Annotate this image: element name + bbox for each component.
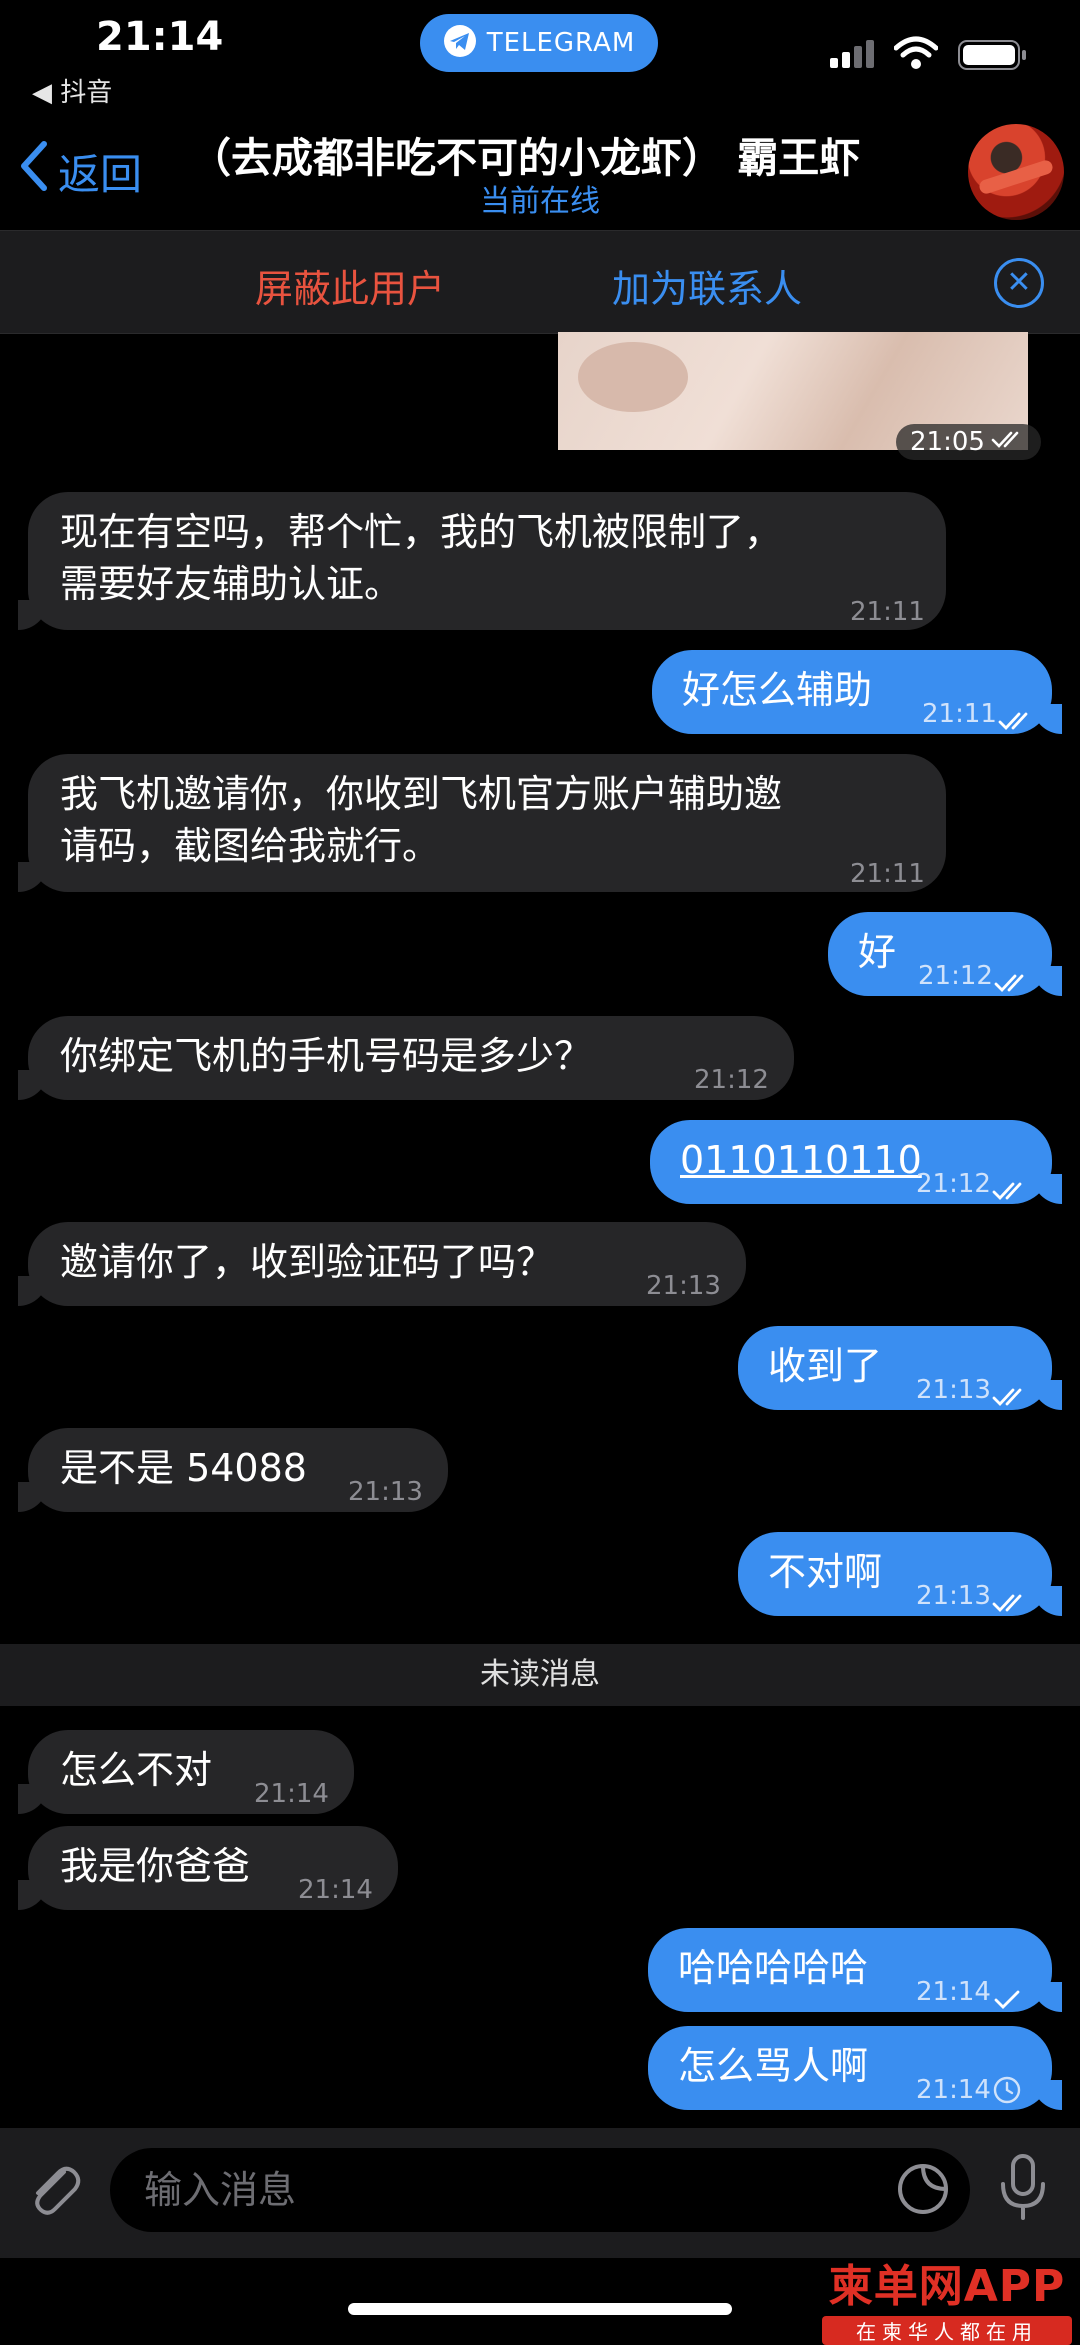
message-line: 是不是 54088 (60, 1446, 307, 1490)
phone-number-link[interactable]: 0110110110 (680, 1134, 922, 1186)
message-line: 我是你爸爸 (60, 1844, 251, 1888)
wifi-icon (893, 36, 939, 74)
telegram-pill[interactable]: TELEGRAM (420, 14, 658, 72)
message-text: 我飞机邀请你，你收到飞机官方账户辅助邀 请码，截图给我就行。 (60, 768, 782, 872)
outgoing-message[interactable]: 不对啊 21:13 (738, 1532, 1062, 1616)
telegram-icon (443, 24, 477, 62)
double-check-icon (992, 1370, 1030, 1422)
incoming-message[interactable]: 你绑定飞机的手机号码是多少？ 21:12 (18, 1016, 794, 1100)
outgoing-message[interactable]: 好 21:12 (828, 912, 1062, 996)
outgoing-message[interactable]: 好怎么辅助 21:11 (652, 650, 1062, 734)
message-text: 邀请你了，收到验证码了吗？ (60, 1236, 554, 1288)
message-line: 邀请你了，收到验证码了吗？ (60, 1240, 555, 1284)
message-time: 21:13 (348, 1477, 423, 1507)
message-text: 不对啊 (768, 1546, 882, 1598)
message-line: 好怎么辅助 (682, 668, 873, 712)
watermark-brand: 柬单网APP (828, 2261, 1066, 2312)
message-time: 21:14 (916, 2075, 991, 2105)
message-time: 21:12 (694, 1065, 769, 1095)
message-time: 21:14 (254, 1779, 329, 1809)
incoming-message[interactable]: 怎么不对 21:14 (18, 1730, 354, 1814)
message-line: 收到了 (768, 1344, 883, 1388)
avatar[interactable] (968, 124, 1064, 220)
block-user-button[interactable]: 屏蔽此用户 (255, 258, 445, 313)
message-line: 怎么骂人啊 (678, 2044, 869, 2088)
message-time: 21:14 (916, 1977, 991, 2007)
battery-icon (958, 40, 1028, 74)
outgoing-message[interactable]: 哈哈哈哈哈 21:14 (648, 1928, 1062, 2012)
message-text: 是不是 54088 (60, 1442, 307, 1494)
message-text: 我是你爸爸 (60, 1840, 250, 1892)
message-time: 21:11 (850, 859, 925, 889)
message-text: 怎么骂人啊 (678, 2040, 868, 2092)
photo-timestamp: 21:05 (896, 424, 1041, 460)
double-check-icon (994, 956, 1032, 1008)
unread-divider: 未读消息 (0, 1644, 1080, 1706)
watermark-tagline: 在柬华人都在用 (822, 2316, 1072, 2345)
message-text: 收到了 (768, 1340, 882, 1392)
double-check-icon (992, 1164, 1030, 1216)
add-contact-button[interactable]: 加为联系人 (612, 258, 802, 313)
message-line: 不对啊 (768, 1550, 883, 1594)
double-check-icon (991, 427, 1027, 457)
message-text: 现在有空吗，帮个忙，我的飞机被限制了， 需要好友辅助认证。 (60, 506, 782, 610)
incoming-message[interactable]: 我飞机邀请你，你收到飞机官方账户辅助邀 请码，截图给我就行。 21:11 (18, 754, 946, 892)
watermark-logo: 柬单网APP 在柬华人都在用 (822, 2250, 1072, 2345)
message-input[interactable] (110, 2148, 970, 2232)
incoming-message[interactable]: 我是你爸爸 21:14 (18, 1826, 398, 1910)
message-text: 好怎么辅助 (682, 664, 872, 716)
status-time: 21:14 (96, 14, 224, 60)
contact-action-bar (0, 230, 1080, 334)
signal-icon (830, 40, 876, 72)
message-line: 现在有空吗，帮个忙，我的飞机被限制了， (60, 510, 783, 554)
online-status: 当前在线 (480, 184, 600, 219)
paperclip-icon[interactable] (24, 2158, 86, 2224)
message-line: 你绑定飞机的手机号码是多少？ (60, 1034, 593, 1078)
sticker-icon[interactable] (896, 2162, 950, 2220)
microphone-icon[interactable] (998, 2152, 1048, 2226)
message-text: 怎么不对 (60, 1744, 212, 1796)
home-indicator[interactable] (348, 2303, 732, 2315)
message-line: 怎么不对 (60, 1748, 213, 1792)
message-text: 你绑定飞机的手机号码是多少？ (60, 1030, 592, 1082)
message-time: 21:12 (918, 961, 993, 991)
message-text: 好 (858, 926, 896, 978)
close-circle-icon[interactable]: ✕ (994, 258, 1044, 308)
message-time: 21:14 (298, 1875, 373, 1905)
message-time: 21:12 (916, 1169, 991, 1199)
photo-time-text: 21:05 (910, 427, 985, 457)
message-line: 请码，截图给我就行。 (60, 824, 441, 868)
double-check-icon (992, 1576, 1030, 1628)
message-line: 0110110110 (680, 1138, 922, 1182)
single-check-icon (992, 1972, 1024, 2024)
message-line: 需要好友辅助认证。 (60, 562, 403, 606)
message-time: 21:11 (850, 597, 925, 627)
message-line: 我飞机邀请你，你收到飞机官方账户辅助邀 (60, 772, 783, 816)
incoming-message[interactable]: 是不是 54088 21:13 (18, 1428, 448, 1512)
message-time: 21:13 (916, 1375, 991, 1405)
double-check-icon (998, 694, 1036, 746)
clock-icon (992, 2066, 1022, 2118)
message-line: 哈哈哈哈哈 (678, 1946, 869, 1990)
incoming-message[interactable]: 现在有空吗，帮个忙，我的飞机被限制了， 需要好友辅助认证。 21:11 (18, 492, 946, 630)
back-to-app-link[interactable]: ◀ 抖音 (32, 72, 112, 109)
message-text: 哈哈哈哈哈 (678, 1942, 868, 1994)
outgoing-message[interactable]: 收到了 21:13 (738, 1326, 1062, 1410)
telegram-pill-label: TELEGRAM (486, 28, 636, 58)
message-line: 好 (858, 930, 897, 974)
message-time: 21:13 (646, 1271, 721, 1301)
chat-title[interactable]: （去成都非吃不可的小龙虾） 霸王虾 (190, 124, 910, 184)
outgoing-message[interactable]: 怎么骂人啊 21:14 (648, 2026, 1062, 2110)
outgoing-message[interactable]: 0110110110 21:12 (650, 1120, 1062, 1204)
incoming-message[interactable]: 邀请你了，收到验证码了吗？ 21:13 (18, 1222, 746, 1306)
message-time: 21:13 (916, 1581, 991, 1611)
message-time: 21:11 (922, 699, 997, 729)
